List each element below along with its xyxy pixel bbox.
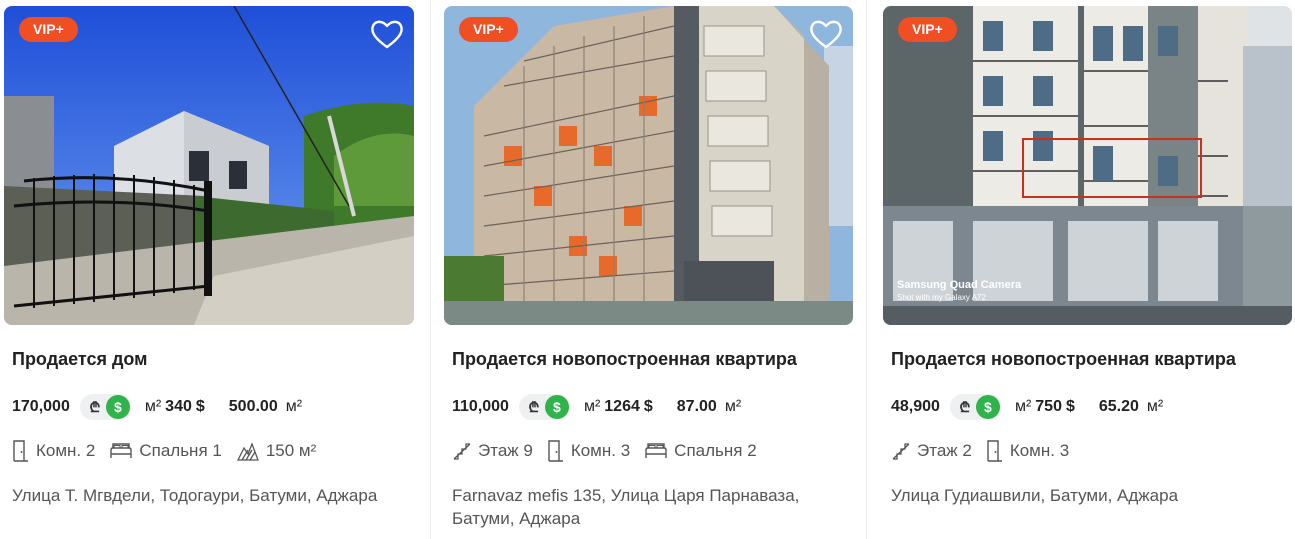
area-value: 1264 [604,398,640,415]
bed-icon [645,443,667,458]
door-icon [13,440,28,462]
land-area-icon [236,442,259,461]
area-price: м² 1264 $ 87.00 м² [584,398,741,416]
price-value: 48,900 [891,398,940,415]
stairs-icon [453,443,471,460]
listing-card[interactable]: VIP+ Продается новопостроенная квартира … [444,0,853,539]
per-unit: м² [724,398,742,415]
price-row: 48,900 ₾ $ м² 750 $ 65.20 м² [891,393,1163,421]
favorite-heart-icon[interactable] [809,18,843,50]
area-currency: $ [643,398,653,415]
features: Комн. 2 Спальня 1 150 м² [12,438,330,464]
price-per-m2: 87.00 [676,398,717,415]
area-unit: м² [144,398,162,415]
feature-text: Комн. 2 [36,441,96,460]
door-icon [548,440,563,462]
area-currency: $ [195,398,205,415]
price-per-m2: 500.00 [228,398,278,415]
currency-gel-toggle[interactable]: ₾ [525,398,543,417]
feature-bedroom: Спальня 1 [109,441,222,461]
listing-card[interactable]: VIP+ Продается дом 170,000 ₾ $ м² 340 $ … [4,0,414,539]
listing-photo[interactable] [444,6,853,325]
area-unit: м² [1014,398,1032,415]
area-value: 750 [1035,398,1062,415]
vip-badge: VIP+ [898,17,957,42]
currency-switch[interactable]: ₾ $ [79,394,131,420]
camera-watermark-1: Samsung Quad Camera [897,279,1022,291]
price-value: 110,000 [452,398,509,415]
feature-floor: Этаж 9 [452,441,533,461]
features: Этаж 9 Комн. 3 Спальня 2 [452,438,771,464]
bed-icon [110,443,133,458]
feature-text: Комн. 3 [570,441,631,460]
listing-card[interactable]: Samsung Quad Camera Shot with my Galaxy … [883,0,1292,539]
listing-address: Farnavaz mefis 135, Улица Царя Парнаваза… [452,486,800,528]
vip-badge: VIP+ [19,17,78,42]
listing-address: Улица Т. Мгвдели, Тодогаури, Батуми, Адж… [12,486,378,505]
price-row: 170,000 ₾ $ м² 340 $ 500.00 м² [12,393,302,421]
feature-floor: Этаж 2 [891,441,972,461]
stairs-icon [892,443,910,460]
feature-text: 150 м² [265,441,317,460]
feature-land: 150 м² [236,440,316,462]
price-row: 110,000 ₾ $ м² 1264 $ 87.00 м² [452,393,741,421]
currency-usd-toggle[interactable]: $ [544,395,569,419]
currency-switch[interactable]: ₾ $ [518,394,570,420]
area-value: 340 [165,398,192,415]
features: Этаж 2 Комн. 3 [891,438,1083,464]
currency-usd-toggle[interactable]: $ [105,395,130,419]
per-unit: м² [285,398,303,415]
currency-usd-toggle[interactable]: $ [975,395,1000,419]
listing-title[interactable]: Продается новопостроенная квартира [891,349,1236,370]
listing-photo[interactable]: Samsung Quad Camera Shot with my Galaxy … [883,6,1292,325]
price-value: 170,000 [12,398,70,415]
area-price: м² 750 $ 65.20 м² [1015,398,1163,416]
card-divider [866,0,867,539]
feature-text: Спальня 1 [139,441,222,460]
camera-watermark-2: Shot with my Galaxy A72 [897,293,986,302]
feature-text: Этаж 9 [478,441,533,460]
area-currency: $ [1065,398,1075,415]
vip-badge: VIP+ [459,17,518,42]
feature-bedroom: Спальня 2 [644,441,757,461]
currency-gel-toggle[interactable]: ₾ [86,398,104,417]
door-icon [987,440,1002,462]
listing-address: Улица Гудиашвили, Батуми, Аджара [891,486,1179,505]
feature-rooms: Комн. 2 [12,440,95,462]
feature-text: Комн. 3 [1009,441,1070,460]
area-price: м² 340 $ 500.00 м² [145,398,302,416]
price-per-m2: 65.20 [1098,398,1139,415]
feature-rooms: Комн. 3 [986,440,1069,462]
listing-title[interactable]: Продается дом [12,349,148,370]
feature-rooms: Комн. 3 [547,440,630,462]
card-divider [430,0,431,539]
feature-text: Спальня 2 [674,441,757,460]
listing-title[interactable]: Продается новопостроенная квартира [452,349,797,370]
feature-text: Этаж 2 [917,441,972,460]
listing-photo[interactable] [4,6,414,325]
per-unit: м² [1146,398,1164,415]
favorite-heart-icon[interactable] [370,18,404,50]
area-unit: м² [583,398,601,415]
currency-gel-toggle[interactable]: ₾ [956,398,974,417]
currency-switch[interactable]: ₾ $ [949,394,1001,420]
